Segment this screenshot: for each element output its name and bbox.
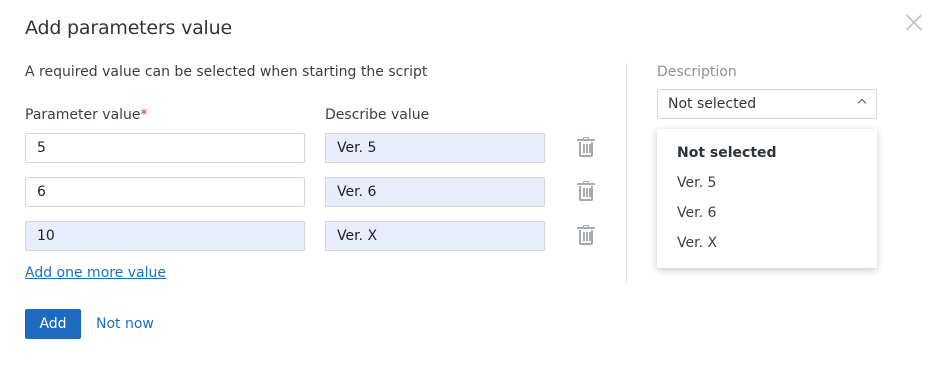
not-now-button[interactable]: Not now [96,316,154,332]
parameter-value-label-text: Parameter value [25,107,141,123]
trash-icon[interactable] [577,137,595,157]
description-select[interactable]: Not selected [657,89,877,119]
dropdown-option[interactable]: Ver. 5 [677,175,716,191]
required-mark: * [140,107,148,123]
describe-value-input[interactable]: Ver. X [325,221,545,251]
trash-icon[interactable] [577,181,595,201]
description-select-value: Not selected [668,96,757,112]
vertical-divider [626,63,627,284]
dropdown-option[interactable]: Ver. 6 [677,205,716,221]
dialog-title: Add parameters value [25,17,232,39]
describe-value-input[interactable]: Ver. 6 [325,177,545,207]
parameter-value-label: Parameter value* [25,107,148,123]
parameter-value-input[interactable]: 10 [25,221,305,251]
describe-value-label: Describe value [325,107,430,123]
add-one-more-value-link[interactable]: Add one more value [25,265,166,281]
add-button[interactable]: Add [25,309,81,339]
description-label: Description [657,64,737,80]
parameter-value-input[interactable]: 6 [25,177,305,207]
dialog-subtitle: A required value can be selected when st… [25,64,428,80]
chevron-up-icon [857,98,867,108]
dropdown-option[interactable]: Not selected [677,145,777,161]
close-icon[interactable] [905,13,923,31]
trash-icon[interactable] [577,225,595,245]
dropdown-option[interactable]: Ver. X [677,235,717,251]
describe-value-input[interactable]: Ver. 5 [325,133,545,163]
parameter-value-input[interactable]: 5 [25,133,305,163]
description-dropdown: Not selected Ver. 5 Ver. 6 Ver. X [657,129,877,268]
